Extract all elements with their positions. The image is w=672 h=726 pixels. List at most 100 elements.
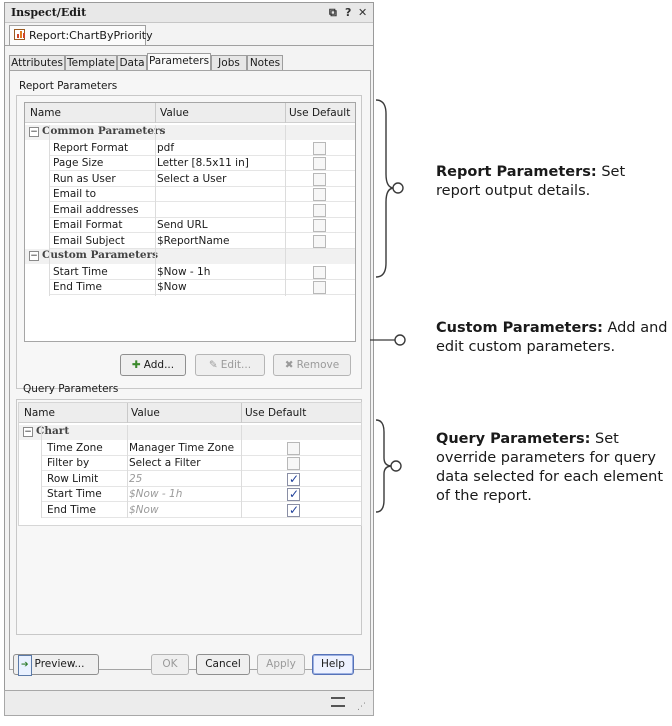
tab-template[interactable]: Template [65,55,117,71]
parameter-value[interactable]: $Now - 1h [129,488,182,500]
status-bar: ⋰ [4,690,374,716]
query-parameters-label: Query Parameters [23,383,119,395]
use-default-checkbox[interactable] [313,188,326,201]
parameter-value[interactable]: pdf [157,142,174,154]
callout-title: Report Parameters: [436,164,597,180]
report-document-tab[interactable]: Report:ChartByPriority [9,25,153,45]
parameter-value[interactable]: $Now - 1h [157,266,210,278]
remove-button[interactable]: ✖ Remove [273,354,351,376]
parameter-name: Email Format [53,219,123,231]
parameter-value[interactable]: Manager Time Zone [129,442,234,454]
help-icon[interactable]: ? [345,6,351,19]
query-column-value[interactable]: Value [131,407,160,419]
tab-jobs[interactable]: Jobs [211,55,247,71]
parameter-name: End Time [53,281,102,293]
column-use-default[interactable]: Use Default [289,107,350,119]
tab-attributes[interactable]: Attributes [9,55,65,71]
dock-icon[interactable]: ⧉ [329,6,337,20]
callout-title: Query Parameters: [436,431,591,447]
edit-button[interactable]: ✎ Edit... [195,354,265,376]
table-row[interactable]: Report Format pdf [25,141,355,156]
parameter-value[interactable]: Send URL [157,219,208,231]
parameter-name: Email to [53,188,97,200]
parameter-value[interactable]: 25 [129,473,142,485]
annotation-braces [370,99,406,513]
query-column-name[interactable]: Name [24,407,55,419]
table-row[interactable]: Email Subject $ReportName [25,234,355,249]
parameter-value[interactable]: $Now [129,504,159,516]
use-default-checkbox[interactable] [287,441,300,455]
parameter-value[interactable]: Select a Filter [129,457,201,469]
use-default-checkbox[interactable] [313,219,326,232]
collapse-toggle-icon[interactable]: − [23,427,33,437]
tab-notes[interactable]: Notes [247,55,283,71]
table-row[interactable]: End Time $Now [25,280,355,295]
parameter-name: Start Time [53,265,108,278]
query-table-header: Name Value Use Default [19,403,361,423]
table-row[interactable]: Page Size Letter [8.5x11 in] [25,156,355,171]
help-button[interactable]: Help [312,654,354,675]
report-parameters-brace [375,99,395,278]
tab-data[interactable]: Data [117,55,147,71]
parameter-value[interactable]: Letter [8.5x11 in] [157,157,249,169]
inspect-edit-dialog: Inspect/Edit ⧉ ? ✕ Report:ChartByPriorit… [4,2,374,716]
column-name[interactable]: Name [30,107,61,119]
use-default-checkbox[interactable] [287,472,300,486]
category-row[interactable]: − Common Parameters [25,125,355,140]
query-parameters-table: Name Value Use Default − Chart Time Zone Ma… [18,402,362,526]
pencil-icon: ✎ [208,359,218,371]
collapse-toggle-icon[interactable]: − [29,127,39,137]
use-default-checkbox[interactable] [287,487,300,501]
collapse-toggle-icon[interactable]: − [29,251,39,261]
ok-button[interactable]: OK [151,654,189,675]
add-button[interactable]: ✚ Add... [120,354,186,376]
use-default-checkbox[interactable] [313,157,326,170]
parameter-value[interactable]: $ReportName [157,235,229,247]
use-default-checkbox[interactable] [287,457,300,470]
use-default-checkbox[interactable] [313,234,326,248]
report-parameters-label: Report Parameters [19,80,118,92]
close-icon[interactable]: ✕ [358,6,367,19]
use-default-checkbox[interactable] [287,503,300,517]
apply-button[interactable]: Apply [257,654,305,675]
use-default-checkbox[interactable] [313,203,326,217]
report-parameters-table: Name Value Use Default − Common Parameter… [24,102,356,342]
add-icon: ✚ [131,359,141,371]
table-row[interactable]: Run as User Select a User [25,172,355,187]
table-row[interactable]: Time Zone Manager Time Zone [19,441,361,456]
tab-strip: Attributes Template Data Parameters Jobs… [9,53,369,72]
query-column-use-default[interactable]: Use Default [245,407,306,419]
table-row[interactable]: Email to [25,187,355,202]
cancel-button[interactable]: Cancel [196,654,250,675]
category-row[interactable]: − Chart [19,425,361,440]
query-parameters-group: Name Value Use Default − Chart Time Zone Ma… [16,399,362,635]
report-parameters-body: − Common Parameters Report Format pdf Page S… [25,123,355,341]
use-default-checkbox[interactable] [313,141,326,155]
category-label: Common Parameters [42,125,166,137]
category-row[interactable]: − Custom Parameters [25,249,355,264]
parameter-name: Row Limit [47,472,99,485]
table-row[interactable]: Email addresses [25,203,355,218]
query-parameters-callout-dot [390,460,402,472]
table-row[interactable]: Start Time $Now - 1h [25,265,355,280]
table-row[interactable]: Start Time $Now - 1h [19,487,361,502]
preview-button[interactable]: ➔ Preview... [13,654,99,676]
table-row[interactable]: Row Limit 25 [19,472,361,487]
custom-parameters-callout: Custom Parameters: Add and edit custom p… [436,319,670,357]
use-default-checkbox[interactable] [313,265,326,279]
report-parameters-callout-dot [392,182,404,194]
parameter-name: Email addresses [53,203,139,216]
table-row[interactable]: End Time $Now [19,503,361,518]
callout-title: Custom Parameters: [436,320,603,336]
table-row[interactable]: Filter by Select a Filter [19,456,361,471]
column-value[interactable]: Value [160,107,189,119]
parameter-value[interactable]: Select a User [157,173,226,185]
parameter-value[interactable]: $Now [157,281,187,293]
layout-toggle-icon[interactable] [331,697,345,707]
query-parameters-brace [375,419,393,513]
use-default-checkbox[interactable] [313,281,326,294]
table-row[interactable]: Email Format Send URL [25,218,355,233]
resize-grip-icon[interactable]: ⋰ [357,702,366,712]
parameter-name: Start Time [47,488,102,500]
use-default-checkbox[interactable] [313,172,326,186]
